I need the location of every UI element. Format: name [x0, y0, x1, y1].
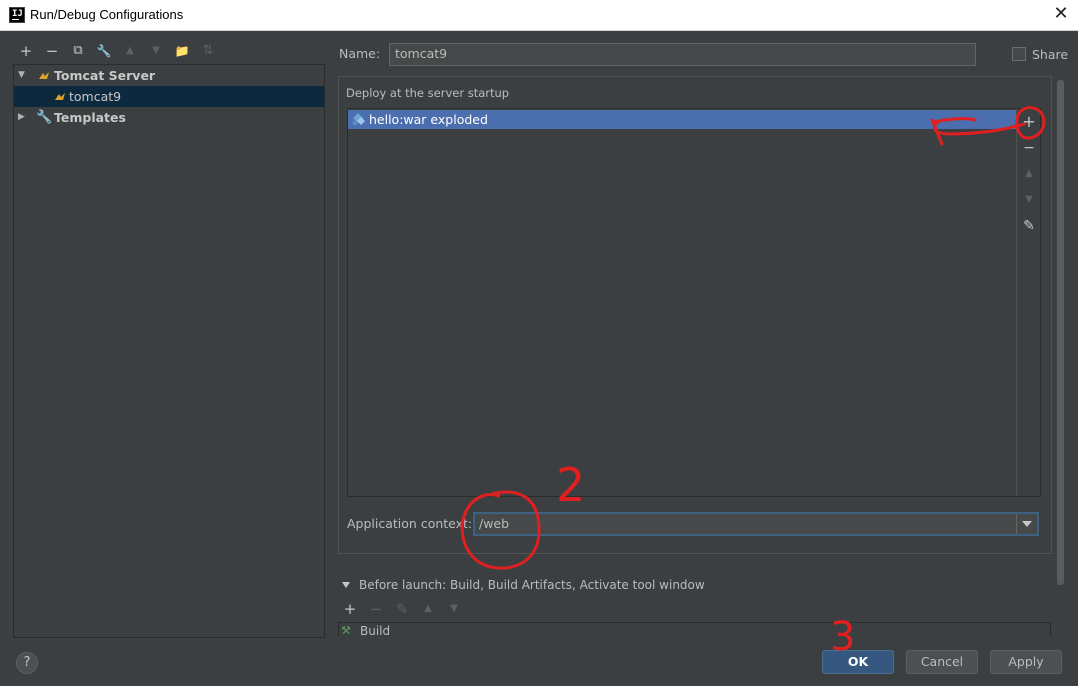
- deploy-section-title: Deploy at the server startup: [346, 86, 514, 100]
- tree-item-label: Tomcat Server: [54, 68, 156, 83]
- share-label: Share: [1032, 47, 1069, 62]
- help-button[interactable]: ?: [16, 652, 38, 674]
- tree-item-label: Templates: [54, 110, 126, 125]
- expanded-arrow-icon[interactable]: ▼: [18, 65, 25, 86]
- list-item[interactable]: Build: [360, 624, 390, 636]
- name-input[interactable]: tomcat9: [389, 43, 976, 66]
- remove-artifact-button[interactable]: −: [1019, 138, 1039, 158]
- move-before-launch-up-button[interactable]: ▲: [418, 599, 438, 619]
- copy-configuration-button[interactable]: ⧉: [68, 41, 88, 61]
- close-button[interactable]: ✕: [1050, 3, 1072, 25]
- window-title: Run/Debug Configurations: [30, 7, 184, 22]
- edit-defaults-wrench-icon[interactable]: 🔧: [94, 41, 114, 61]
- edit-artifact-pencil-icon[interactable]: ✎: [1019, 216, 1039, 236]
- remove-configuration-button[interactable]: −: [42, 41, 62, 61]
- chevron-down-icon[interactable]: [1016, 514, 1037, 534]
- move-up-button[interactable]: ▲: [120, 41, 140, 61]
- intellij-logo-icon: IJ: [9, 7, 25, 23]
- edit-before-launch-pencil-icon[interactable]: ✎: [392, 599, 412, 619]
- apply-button[interactable]: Apply: [990, 650, 1062, 674]
- tomcat-icon: [55, 93, 65, 100]
- wrench-icon: 🔧: [36, 110, 53, 125]
- new-folder-button[interactable]: 📁: [172, 41, 192, 61]
- sort-button[interactable]: ⇅: [198, 41, 218, 61]
- tree-item-templates[interactable]: ▶ 🔧 Templates: [14, 107, 324, 128]
- tree-item-tomcat-server[interactable]: ▼ Tomcat Server: [14, 65, 324, 86]
- cancel-button[interactable]: Cancel: [906, 650, 978, 674]
- collapsed-arrow-icon[interactable]: ▶: [18, 107, 25, 128]
- tree-item-label: tomcat9: [69, 89, 122, 104]
- name-label: Name:: [339, 46, 381, 61]
- configuration-tree[interactable]: ▼ Tomcat Server tomcat9 ▶ 🔧 Templates: [13, 64, 325, 638]
- add-configuration-button[interactable]: +: [16, 41, 36, 61]
- annotation-number-2: 2: [556, 458, 586, 512]
- move-down-button[interactable]: ▼: [146, 41, 166, 61]
- move-before-launch-down-button[interactable]: ▼: [444, 599, 464, 619]
- artifact-label: hello:war exploded: [369, 112, 488, 127]
- before-launch-collapse-arrow-icon[interactable]: [342, 582, 350, 588]
- title-bar: IJ Run/Debug Configurations ✕: [0, 0, 1078, 31]
- before-launch-list[interactable]: ⚒ Build: [338, 622, 1051, 636]
- vertical-scrollbar[interactable]: [1057, 80, 1064, 585]
- annotation-number-3: 3: [830, 614, 856, 660]
- add-artifact-button[interactable]: +: [1019, 112, 1039, 132]
- artifact-list[interactable]: [347, 108, 1017, 497]
- before-launch-title: Before launch: Build, Build Artifacts, A…: [359, 578, 705, 592]
- list-item[interactable]: hello:war exploded: [348, 110, 1016, 129]
- move-artifact-up-button[interactable]: ▲: [1019, 164, 1039, 184]
- tree-item-tomcat9[interactable]: tomcat9: [14, 86, 324, 107]
- build-hammer-icon: ⚒: [341, 624, 351, 636]
- move-artifact-down-button[interactable]: ▼: [1019, 190, 1039, 210]
- war-exploded-artifact-icon: [352, 113, 365, 126]
- remove-before-launch-button[interactable]: −: [366, 599, 386, 619]
- application-context-label: Application context:: [347, 516, 473, 531]
- application-context-value[interactable]: /web: [479, 516, 509, 531]
- application-context-combobox[interactable]: [473, 512, 1039, 536]
- share-checkbox[interactable]: [1012, 47, 1026, 61]
- tomcat-icon: [39, 72, 49, 79]
- add-before-launch-button[interactable]: +: [340, 599, 360, 619]
